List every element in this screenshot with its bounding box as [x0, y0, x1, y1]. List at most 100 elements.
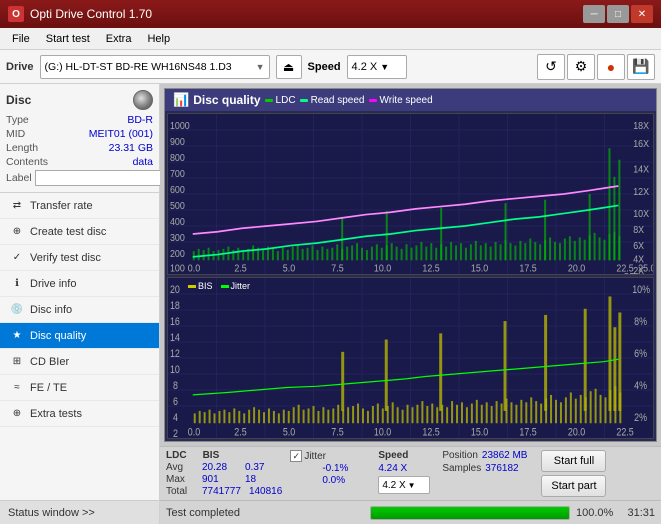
disc-info-icon: 💿	[10, 303, 24, 317]
speed-value: 4.2 X	[352, 61, 378, 73]
extra-tests-icon: ⊕	[10, 407, 24, 421]
progress-bar-fill	[371, 507, 569, 519]
fe-te-icon: ≈	[10, 381, 24, 395]
legend-ldc-label: LDC	[276, 95, 296, 106]
menu-start-test[interactable]: Start test	[38, 31, 98, 47]
bis-legend-label: BIS	[198, 281, 213, 291]
create-test-disc-icon: ⊕	[10, 225, 24, 239]
nav-transfer-rate-label: Transfer rate	[30, 200, 93, 212]
svg-text:4: 4	[173, 412, 178, 424]
svg-text:10.0: 10.0	[374, 263, 391, 274]
save-button[interactable]: 💾	[627, 54, 655, 80]
bis-legend: BIS	[188, 281, 213, 291]
max-label: Max	[166, 474, 194, 485]
avg-row: Avg 20.28 0.37	[166, 462, 282, 473]
ldc-header: LDC	[166, 450, 187, 461]
drive-selector[interactable]: (G:) HL-DT-ST BD-RE WH16NS48 1.D3 ▼	[40, 55, 270, 79]
nav-create-test-disc-label: Create test disc	[30, 226, 106, 238]
menu-help[interactable]: Help	[139, 31, 178, 47]
position-row: Position 23862 MB	[442, 450, 527, 461]
menu-bar: File Start test Extra Help	[0, 28, 661, 50]
total-ldc: 7741777	[202, 486, 241, 497]
minimize-button[interactable]: ─	[583, 5, 605, 23]
start-part-button[interactable]: Start part	[541, 475, 606, 497]
svg-text:7.5: 7.5	[331, 427, 344, 438]
jitter-legend-dot	[221, 285, 229, 288]
svg-text:2.5: 2.5	[234, 427, 247, 438]
jitter-checkbox-row[interactable]: ✓ Jitter	[290, 450, 370, 462]
nav-disc-info-label: Disc info	[30, 304, 72, 316]
stats-headers: LDC BIS	[166, 450, 282, 461]
status-window-button[interactable]: Status window >>	[0, 500, 159, 524]
status-text: Test completed	[166, 507, 364, 519]
svg-text:14: 14	[170, 332, 180, 344]
settings-button[interactable]: ⚙	[567, 54, 595, 80]
svg-text:GB: GB	[623, 271, 635, 274]
progress-text: 100.0%	[576, 507, 614, 519]
nav-verify-test-disc-label: Verify test disc	[30, 252, 101, 264]
disc-contents-value: data	[133, 156, 153, 168]
svg-text:22.5: 22.5	[616, 427, 634, 438]
menu-extra[interactable]: Extra	[98, 31, 140, 47]
drive-name: (G:) HL-DT-ST BD-RE WH16NS48 1.D3	[45, 61, 256, 73]
svg-text:2%: 2%	[634, 412, 647, 424]
menu-file[interactable]: File	[4, 31, 38, 47]
chart-header: 📊 Disc quality LDC Read speed Write spee…	[165, 89, 656, 111]
charts-wrapper: 1000 900 800 700 600 500 400 300 200 100	[165, 111, 656, 441]
sidebar-item-fe-te[interactable]: ≈ FE / TE	[0, 375, 159, 401]
sidebar-item-extra-tests[interactable]: ⊕ Extra tests	[0, 401, 159, 427]
disc-icon	[133, 90, 153, 110]
status-window-label: Status window >>	[8, 507, 95, 519]
speed-dropdown[interactable]: 4.2 X ▼	[378, 476, 430, 494]
svg-text:8X: 8X	[633, 224, 644, 236]
max-bis: 18	[245, 474, 275, 485]
sidebar-item-create-test-disc[interactable]: ⊕ Create test disc	[0, 219, 159, 245]
sidebar: Disc Type BD-R MID MEIT01 (001) Length 2…	[0, 84, 160, 524]
svg-text:400: 400	[170, 216, 185, 228]
svg-text:7.5: 7.5	[331, 263, 343, 274]
drive-eject-button[interactable]: ⏏	[276, 55, 302, 79]
progress-bar	[370, 506, 570, 520]
close-button[interactable]: ✕	[631, 5, 653, 23]
sidebar-item-disc-info[interactable]: 💿 Disc info	[0, 297, 159, 323]
jitter-legend: Jitter	[221, 281, 251, 291]
disc-label-input[interactable]	[35, 170, 169, 186]
disc-quality-icon: ★	[10, 329, 24, 343]
maximize-button[interactable]: □	[607, 5, 629, 23]
disc-type-value: BD-R	[127, 114, 153, 126]
svg-text:14X: 14X	[633, 164, 649, 176]
burn-button[interactable]: ●	[597, 54, 625, 80]
svg-text:16: 16	[170, 316, 180, 328]
disc-info-panel: Disc Type BD-R MID MEIT01 (001) Length 2…	[0, 84, 159, 193]
app-icon: O	[8, 6, 24, 22]
title-bar: O Opti Drive Control 1.70 ─ □ ✕	[0, 0, 661, 28]
ldc-color-dot	[265, 99, 273, 102]
upper-chart: 1000 900 800 700 600 500 400 300 200 100	[167, 113, 654, 275]
nav-items: ⇄ Transfer rate ⊕ Create test disc ✓ Ver…	[0, 193, 159, 500]
disc-type-label: Type	[6, 114, 29, 126]
start-full-button[interactable]: Start full	[541, 450, 606, 472]
bis-header: BIS	[203, 450, 220, 461]
sidebar-item-transfer-rate[interactable]: ⇄ Transfer rate	[0, 193, 159, 219]
total-bis: 140816	[249, 486, 282, 497]
sidebar-item-drive-info[interactable]: ℹ Drive info	[0, 271, 159, 297]
window-controls: ─ □ ✕	[583, 5, 653, 23]
svg-text:6: 6	[173, 396, 178, 408]
legend-read-speed-label: Read speed	[311, 95, 365, 106]
svg-text:15.0: 15.0	[471, 263, 488, 274]
sidebar-item-disc-quality[interactable]: ★ Disc quality	[0, 323, 159, 349]
legend-write-speed: Write speed	[369, 95, 433, 106]
read-speed-color-dot	[300, 99, 308, 102]
bottom-status-bar: Test completed 100.0% 31:31	[160, 500, 661, 524]
svg-text:0.0: 0.0	[188, 427, 201, 438]
refresh-button[interactable]: ↺	[537, 54, 565, 80]
sidebar-item-cd-bier[interactable]: ⊞ CD BIer	[0, 349, 159, 375]
svg-text:800: 800	[170, 152, 185, 164]
sidebar-item-verify-test-disc[interactable]: ✓ Verify test disc	[0, 245, 159, 271]
transfer-rate-icon: ⇄	[10, 199, 24, 213]
position-label: Position	[442, 450, 478, 461]
samples-label: Samples	[442, 463, 481, 474]
jitter-checkbox[interactable]: ✓	[290, 450, 302, 462]
disc-mid-label: MID	[6, 128, 25, 140]
speed-selector[interactable]: 4.2 X ▼	[347, 55, 407, 79]
